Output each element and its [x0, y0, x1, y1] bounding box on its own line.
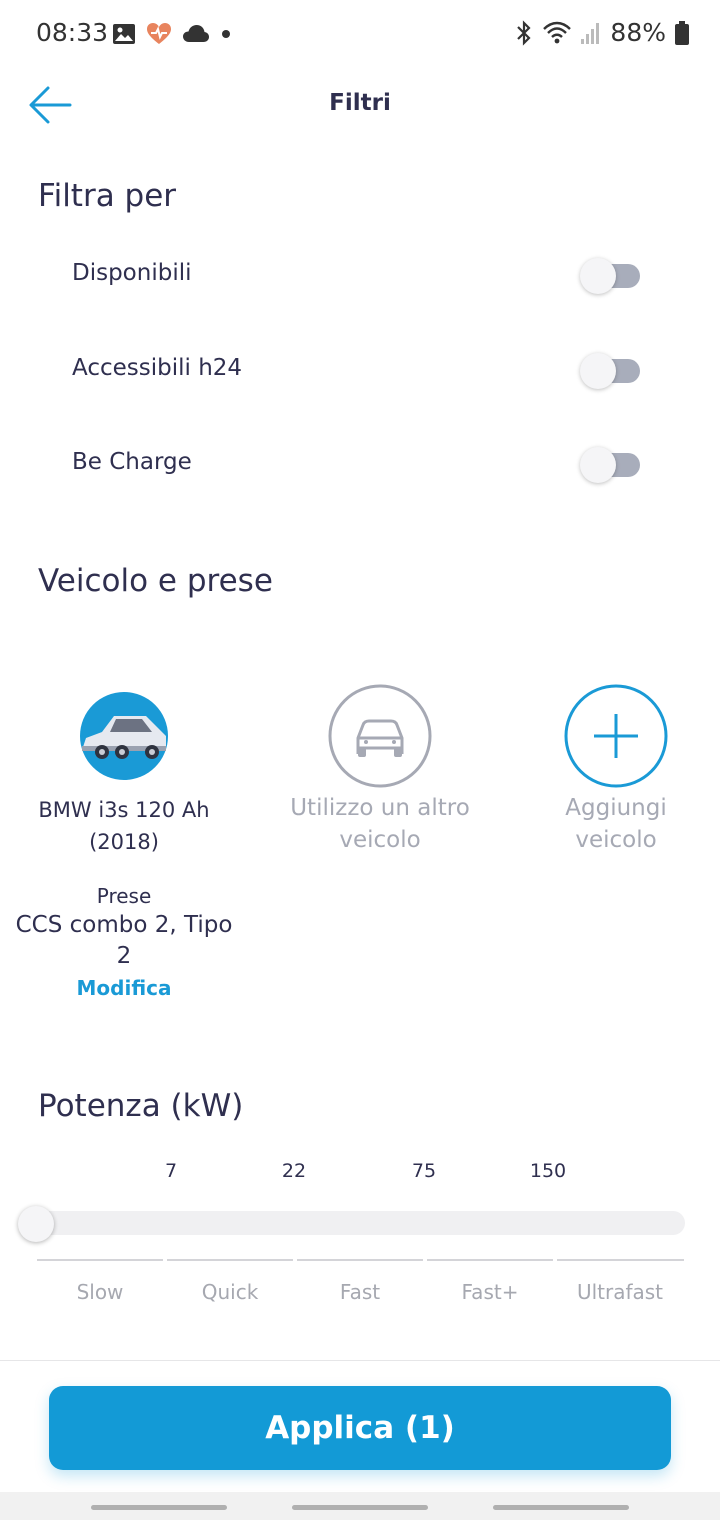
- power-category-label: Fast: [339, 1280, 381, 1304]
- image-icon: [113, 24, 135, 44]
- signal-icon: [581, 22, 600, 44]
- plugs-line2: 2: [116, 943, 132, 969]
- status-icons-left: [112, 22, 232, 46]
- toggle-knob: [580, 447, 616, 483]
- power-slider-track[interactable]: [36, 1211, 685, 1235]
- vehicle-label: Utilizzo un altro veicolo: [260, 792, 500, 856]
- filters-section-title: Filtra per: [38, 178, 177, 214]
- toggle-knob: [580, 258, 616, 294]
- filter-label: Be Charge: [72, 449, 192, 475]
- plugs-block: Prese CCS combo 2, Tipo 2 Modifica: [4, 884, 244, 1000]
- status-icons-right: 88%: [514, 18, 690, 47]
- car-illustration: [82, 716, 166, 759]
- cloud-icon: [183, 25, 209, 42]
- apply-button[interactable]: Applica (1): [49, 1386, 671, 1470]
- edit-plugs-link[interactable]: Modifica: [4, 976, 244, 1000]
- power-slider-handle[interactable]: [18, 1206, 54, 1242]
- add-vehicle-button[interactable]: Aggiungi veicolo: [496, 684, 720, 856]
- segment-line: [427, 1259, 553, 1261]
- vehicle-label: Aggiungi veicolo: [496, 792, 720, 856]
- page-title: Filtri: [329, 90, 391, 116]
- system-nav-bar: [0, 1492, 720, 1520]
- dot-icon: [222, 30, 230, 38]
- car-photo-icon: [80, 692, 168, 780]
- segment-line: [557, 1259, 684, 1261]
- filter-row-disponibili: Disponibili: [72, 250, 652, 300]
- footer-divider: [0, 1360, 720, 1361]
- power-category-label: Ultrafast: [576, 1280, 664, 1304]
- toggle-knob: [580, 353, 616, 389]
- vehicle-other-line2: veicolo: [339, 827, 421, 853]
- nav-home-handle[interactable]: [292, 1505, 428, 1510]
- toggle-disponibili[interactable]: [580, 258, 642, 294]
- toggle-be-charge[interactable]: [580, 447, 642, 483]
- toggle-accessibili-h24[interactable]: [580, 353, 642, 389]
- plugs-title: Prese: [96, 884, 152, 908]
- power-tick: 75: [411, 1160, 437, 1182]
- battery-icon: [675, 20, 689, 45]
- vehicle-other-line1: Utilizzo un altro: [290, 795, 470, 821]
- segment-line: [167, 1259, 293, 1261]
- nav-recent-handle[interactable]: [91, 1505, 227, 1510]
- filter-label: Accessibili h24: [72, 355, 243, 381]
- filter-row-accessibili-h24: Accessibili h24: [72, 345, 652, 395]
- segment-line: [37, 1259, 163, 1261]
- bluetooth-icon: [517, 19, 531, 46]
- plugs-value: CCS combo 2, Tipo 2: [4, 910, 244, 972]
- add-vehicle-line1: Aggiungi: [565, 795, 667, 821]
- power-category-label: Fast+: [461, 1280, 519, 1304]
- power-tick: 7: [164, 1160, 178, 1182]
- plus-circle-icon: [564, 684, 668, 788]
- power-category-label: Quick: [201, 1280, 259, 1304]
- power-tick: 150: [529, 1160, 567, 1182]
- app-bar: Filtri: [0, 70, 720, 140]
- filter-row-be-charge: Be Charge: [72, 439, 652, 489]
- vehicle-bmw-i3s[interactable]: BMW i3s 120 Ah (2018): [4, 684, 244, 858]
- health-heart-icon: [147, 23, 171, 44]
- filter-label: Disponibili: [72, 260, 192, 286]
- power-category-label: Slow: [76, 1280, 124, 1304]
- nav-back-handle[interactable]: [493, 1505, 629, 1510]
- status-bar: 08:33 88%: [0, 0, 720, 70]
- wifi-icon: [543, 21, 572, 43]
- car-outline-icon: [328, 684, 432, 788]
- vehicle-label: BMW i3s 120 Ah (2018): [4, 794, 244, 858]
- vehicles-section-title: Veicolo e prese: [38, 563, 273, 599]
- power-section-title: Potenza (kW): [38, 1088, 244, 1124]
- vehicle-year: (2018): [89, 830, 159, 854]
- plugs-line1: CCS combo 2, Tipo: [15, 912, 233, 938]
- power-tick: 22: [281, 1160, 307, 1182]
- battery-percentage: 88%: [610, 18, 666, 47]
- segment-line: [297, 1259, 423, 1261]
- status-time: 08:33: [36, 18, 109, 47]
- vehicle-other[interactable]: Utilizzo un altro veicolo: [260, 684, 500, 856]
- add-vehicle-line2: veicolo: [575, 827, 657, 853]
- vehicle-name: BMW i3s 120 Ah: [38, 798, 210, 822]
